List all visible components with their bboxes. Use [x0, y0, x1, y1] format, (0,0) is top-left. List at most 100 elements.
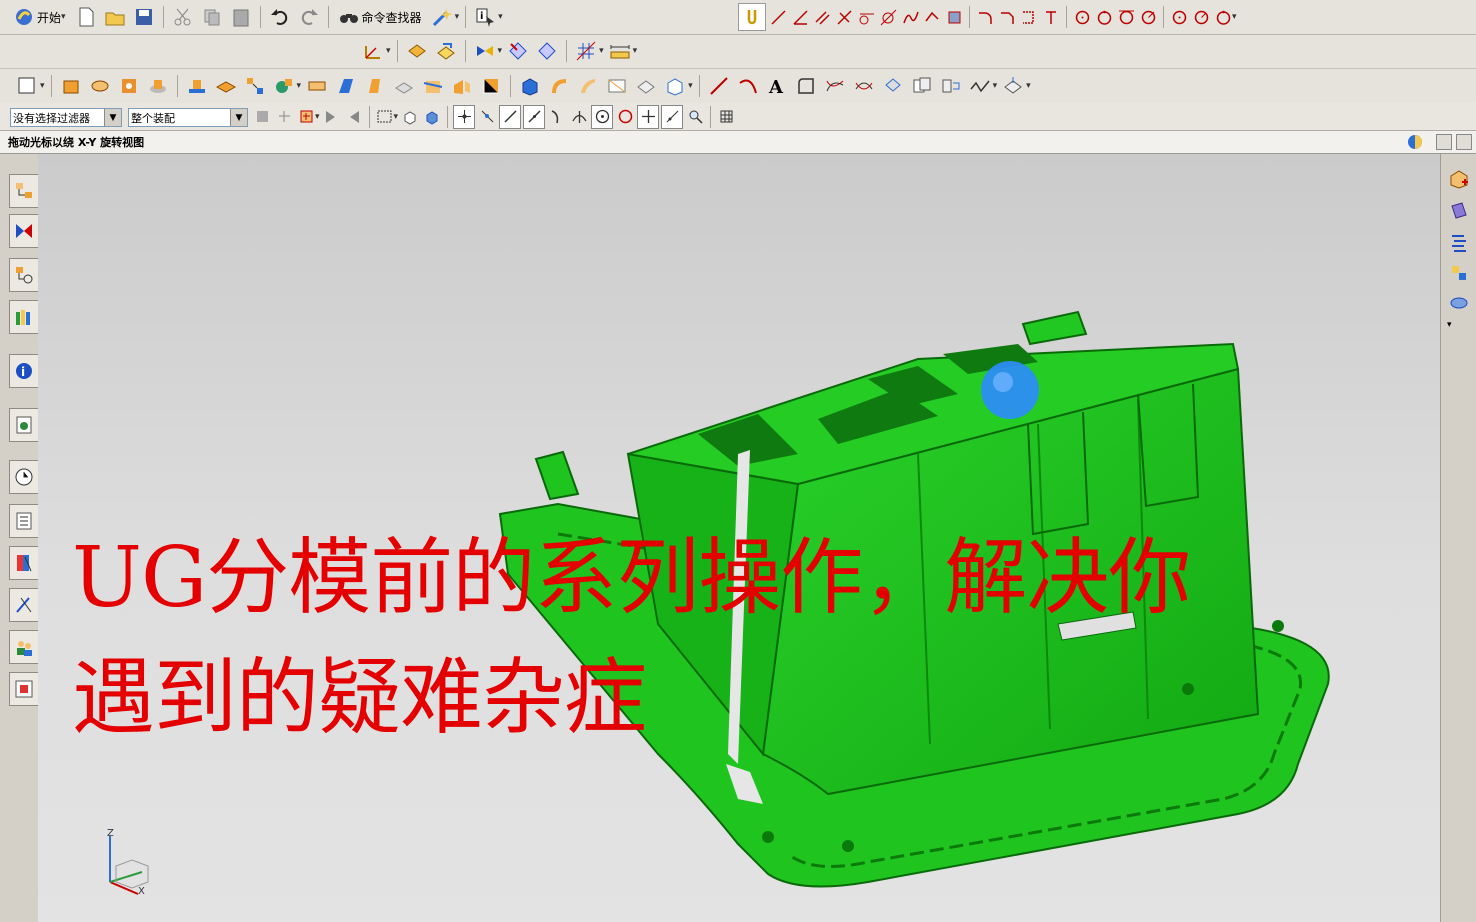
intersect-curve-button[interactable]	[851, 73, 877, 99]
web-browser-tab[interactable]	[9, 408, 39, 442]
grid-button[interactable]	[573, 38, 599, 64]
mold-csys-button[interactable]	[1446, 198, 1472, 224]
hd3d-tools-tab[interactable]: i	[9, 354, 39, 388]
roles-tab[interactable]	[9, 630, 39, 664]
restore-window-button[interactable]	[1436, 134, 1452, 150]
selection-scope-select[interactable]: 整个装配 ▼	[128, 108, 248, 127]
quadrant-point-button[interactable]	[615, 106, 635, 128]
arc-line-button[interactable]	[878, 6, 898, 28]
point-on-surface-button[interactable]	[661, 104, 684, 129]
endpoint-button[interactable]	[499, 104, 522, 129]
snap-toggle-button[interactable]	[738, 3, 766, 31]
part-navigator-tab[interactable]	[9, 258, 39, 292]
curve-analysis-button[interactable]	[967, 73, 993, 99]
select-body-button[interactable]	[400, 106, 420, 128]
trim-body-button[interactable]	[420, 73, 446, 99]
arc-center-button[interactable]	[1169, 6, 1189, 28]
split-body-button[interactable]	[449, 73, 475, 99]
rectangle-button[interactable]	[944, 6, 964, 28]
thicken-button[interactable]	[391, 73, 417, 99]
type-filter-select[interactable]: 没有选择过滤器 ▼	[10, 108, 122, 127]
unblank-button[interactable]	[534, 38, 560, 64]
measure-button[interactable]	[607, 38, 633, 64]
parting-manager-button[interactable]	[1446, 260, 1472, 286]
select-child-button[interactable]	[322, 106, 342, 128]
project-curve-button[interactable]	[822, 73, 848, 99]
surface-analysis-button[interactable]	[1000, 73, 1026, 99]
studio-spline-button[interactable]	[922, 6, 942, 28]
more-arrow-icon[interactable]: ▾	[1447, 320, 1452, 330]
point-on-curve-button[interactable]	[637, 104, 660, 129]
line-tool-button[interactable]	[706, 73, 732, 99]
face-blend-button[interactable]	[546, 73, 572, 99]
layer-settings-button[interactable]	[404, 38, 430, 64]
constraint-navigator-tab[interactable]	[9, 214, 39, 248]
paste-button[interactable]	[228, 4, 254, 30]
sketch-button[interactable]	[14, 73, 40, 99]
bridge-curve-button[interactable]	[938, 73, 964, 99]
bounded-plane-button[interactable]	[604, 73, 630, 99]
arc-radius-button[interactable]	[1191, 6, 1211, 28]
render-style-icon[interactable]	[1406, 133, 1424, 151]
circle-tangent-button[interactable]	[1116, 6, 1136, 28]
offset-curve-button[interactable]	[793, 73, 819, 99]
mold-wizard-init-button[interactable]	[1446, 166, 1472, 192]
arc-center-snap-button[interactable]	[591, 104, 614, 129]
hole-button[interactable]	[116, 73, 142, 99]
offset-surface-button[interactable]	[633, 73, 659, 99]
graphics-viewport[interactable]: UG分模前的系列操作，解决你 遇到的疑难杂症 Z X	[38, 154, 1440, 922]
intersection-point-button[interactable]	[569, 106, 589, 128]
line-curve-button[interactable]	[768, 6, 788, 28]
feature-select-button[interactable]	[296, 106, 316, 128]
mold-analysis-button[interactable]	[1446, 290, 1472, 316]
unite-button[interactable]	[271, 73, 297, 99]
midpoint-button[interactable]	[523, 104, 546, 129]
reuse-library-tab[interactable]	[9, 300, 39, 334]
start-menu-button[interactable]: 开始 ▾	[10, 4, 70, 30]
save-button[interactable]	[131, 4, 157, 30]
show-hide-button[interactable]	[472, 38, 498, 64]
open-file-button[interactable]	[102, 4, 128, 30]
process-studio-tab[interactable]	[9, 588, 39, 622]
cut-button[interactable]	[170, 4, 196, 30]
wave-geometry-button[interactable]	[662, 73, 688, 99]
shell-button[interactable]	[304, 73, 330, 99]
touch-mode-button[interactable]	[429, 4, 455, 30]
move-layer-button[interactable]	[433, 38, 459, 64]
palettes-tab[interactable]	[9, 546, 39, 580]
perpendicular-line-button[interactable]	[834, 6, 854, 28]
reset-filter-button[interactable]	[274, 106, 294, 128]
existing-point-button[interactable]	[477, 106, 497, 128]
control-point-button[interactable]	[547, 106, 567, 128]
select-solid-button[interactable]	[422, 106, 442, 128]
redo-button[interactable]	[296, 4, 322, 30]
offset-face-button[interactable]	[362, 73, 388, 99]
parallel-line-button[interactable]	[812, 6, 832, 28]
arc-tool-button[interactable]	[735, 73, 761, 99]
circle-three-point-button[interactable]	[1094, 6, 1114, 28]
variable-blend-button[interactable]	[575, 73, 601, 99]
extract-curve-button[interactable]	[880, 73, 906, 99]
rib-button[interactable]	[184, 73, 210, 99]
text-button[interactable]: A	[764, 73, 790, 99]
undo-button[interactable]	[267, 4, 293, 30]
mold-tools-button[interactable]	[1446, 230, 1472, 256]
pattern-button[interactable]	[242, 73, 268, 99]
spline-button[interactable]	[900, 6, 920, 28]
chamfer-button[interactable]	[997, 6, 1017, 28]
bounded-grid-button[interactable]	[685, 106, 705, 128]
ellipse-button[interactable]	[1213, 6, 1233, 28]
wcs-button[interactable]	[360, 38, 386, 64]
info-button[interactable]: i	[472, 4, 498, 30]
block-button[interactable]	[517, 73, 543, 99]
extrude-button[interactable]	[58, 73, 84, 99]
angle-line-button[interactable]	[790, 6, 810, 28]
snap-point-enable-button[interactable]	[453, 104, 476, 129]
tangent-line-button[interactable]	[856, 6, 876, 28]
rectangle-select-button[interactable]	[375, 106, 395, 128]
trim-button[interactable]	[1019, 6, 1039, 28]
pocket-button[interactable]	[213, 73, 239, 99]
select-parent-button[interactable]	[344, 106, 364, 128]
fillet-button[interactable]	[975, 6, 995, 28]
circle-button[interactable]	[1072, 6, 1092, 28]
